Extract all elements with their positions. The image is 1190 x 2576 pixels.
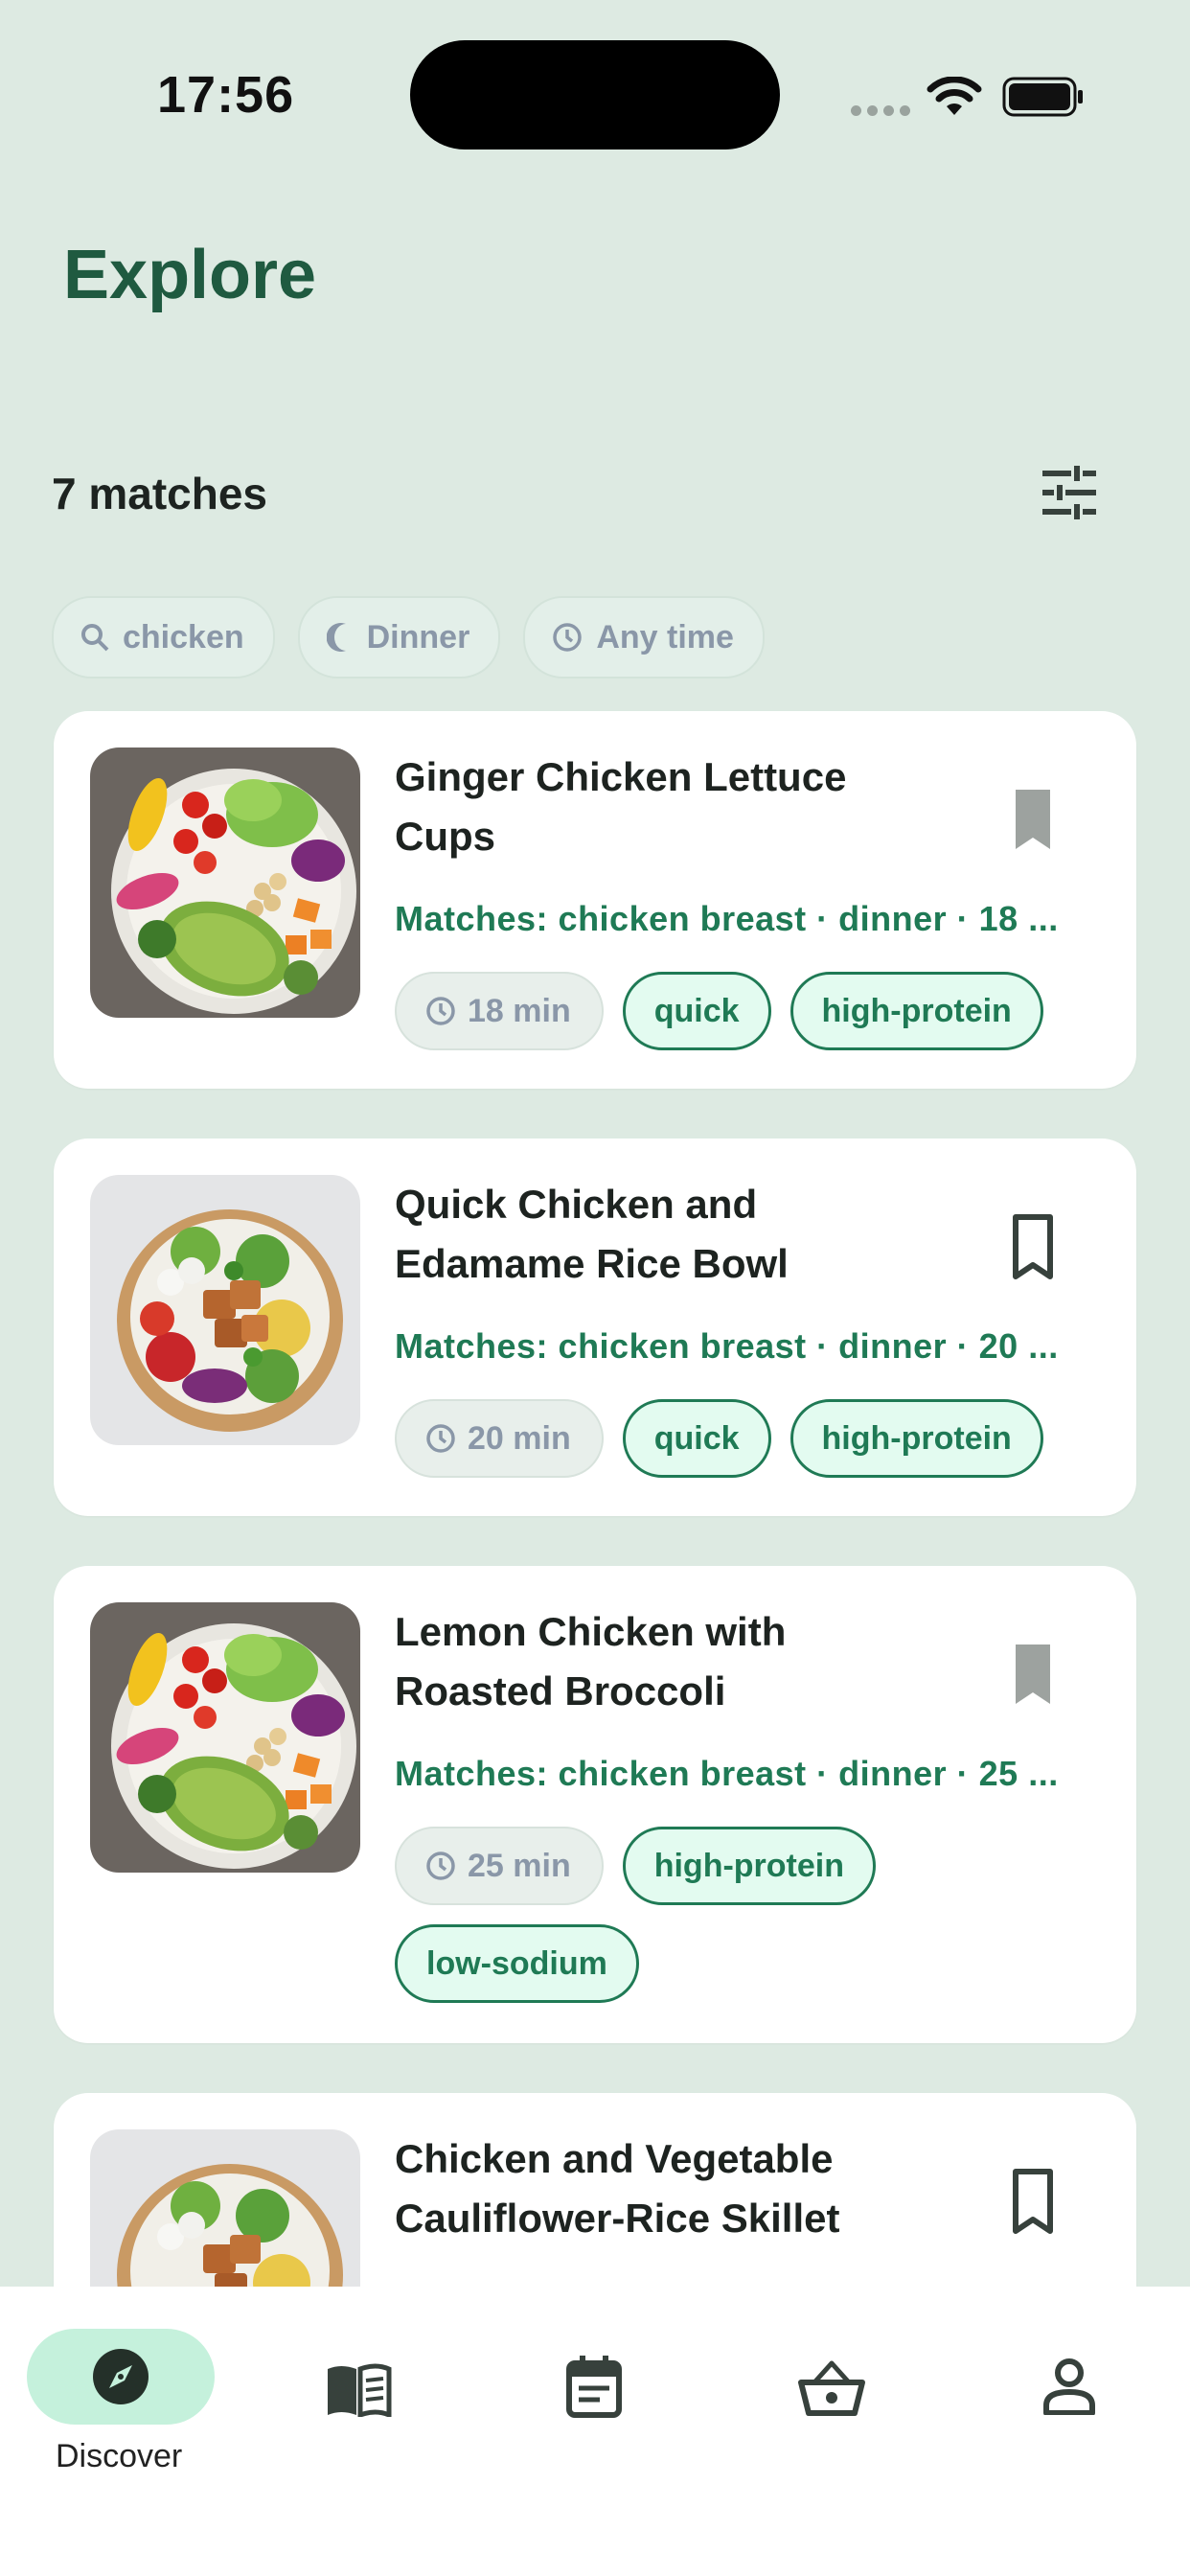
recipe-title: Ginger Chicken Lettuce Cups (395, 754, 847, 859)
bookmark-filled-icon[interactable] (1002, 1641, 1064, 1710)
nav-label: Discover (56, 2438, 183, 2474)
match-summary: Matches: chicken breast · dinner · 25 ..… (395, 1754, 1059, 1793)
recipe-card[interactable]: Ginger Chicken Lettuce Cups Matches: chi… (54, 711, 1136, 1089)
signal-icon (851, 104, 916, 121)
active-filters: chicken Dinner Any time (52, 596, 765, 678)
book-icon (328, 2363, 392, 2417)
nav-item-profile[interactable] (975, 2310, 1163, 2472)
recipe-card[interactable]: Chicken and Vegetable Cauliflower-Rice S… (54, 2093, 1136, 2287)
bookmark-outline-icon[interactable] (1002, 2168, 1064, 2237)
clock-icon (553, 623, 583, 652)
search-icon (81, 624, 109, 652)
compass-icon (93, 2349, 149, 2404)
recipe-thumbnail (90, 2129, 360, 2287)
status-time: 17:56 (157, 66, 295, 124)
tag-badge: quick (622, 1399, 771, 1478)
match-summary: Matches: chicken breast · dinner · 20 ..… (395, 1326, 1059, 1366)
recipe-title: Lemon Chicken with Roasted Broccoli (395, 1609, 787, 1714)
nav-item-groceries[interactable] (738, 2310, 926, 2472)
moon-icon (326, 623, 346, 652)
tag-badge: low-sodium (395, 1924, 639, 2003)
basket-icon (798, 2360, 865, 2416)
time-badge: 25 min (395, 1827, 604, 1905)
recipe-tags: 18 min quick high-protein (395, 972, 1104, 1050)
clock-icon (426, 1424, 455, 1453)
recipe-tags: 25 min high-protein low-sodium (395, 1827, 893, 2003)
filter-chip-time[interactable]: Any time (523, 596, 765, 678)
status-bar: 17:56 (0, 0, 1190, 192)
bookmark-filled-icon[interactable] (1002, 786, 1064, 855)
tag-badge: high-protein (622, 1827, 877, 1905)
tag-badge: high-protein (790, 972, 1043, 1050)
clock-icon (426, 997, 455, 1025)
filter-settings-button[interactable] (1035, 458, 1104, 527)
battery-icon (1002, 77, 1083, 117)
nav-item-recipes[interactable] (264, 2310, 452, 2472)
dynamic-island (410, 40, 780, 150)
clock-icon (426, 1852, 455, 1880)
bookmark-outline-icon[interactable] (1002, 1213, 1064, 1282)
match-summary: Matches: chicken breast · dinner · 18 ..… (395, 899, 1059, 938)
sliders-icon (1042, 466, 1096, 519)
filter-chip-label: Dinner (366, 618, 470, 656)
tag-badge: high-protein (790, 1399, 1043, 1478)
recipe-title: Quick Chicken and Edamame Rice Bowl (395, 1182, 789, 1286)
recipe-thumbnail (90, 1602, 360, 1873)
recipe-title: Chicken and Vegetable Cauliflower-Rice S… (395, 2136, 840, 2241)
filter-chip-search[interactable]: chicken (52, 596, 275, 678)
time-badge: 20 min (395, 1399, 604, 1478)
recipe-card[interactable]: Quick Chicken and Edamame Rice Bowl Matc… (54, 1138, 1136, 1516)
time-badge: 18 min (395, 972, 604, 1050)
bottom-navigation: Discover (0, 2287, 1190, 2576)
filter-chip-meal[interactable]: Dinner (297, 596, 501, 678)
filter-chip-label: Any time (596, 618, 734, 656)
wifi-icon (927, 77, 982, 115)
recipe-thumbnail (90, 748, 360, 1018)
calendar-icon (566, 2356, 622, 2418)
page-title: Explore (63, 237, 317, 313)
nav-item-planner[interactable] (500, 2310, 688, 2472)
filter-chip-label: chicken (123, 618, 244, 656)
nav-item-discover[interactable]: Discover (0, 2310, 215, 2474)
time-label: 25 min (468, 1847, 571, 1884)
recipe-tags: 20 min quick high-protein (395, 1399, 1104, 1478)
time-label: 20 min (468, 1419, 571, 1457)
results-count: 7 matches (52, 469, 268, 518)
tag-badge: quick (622, 972, 771, 1050)
recipe-card[interactable]: Lemon Chicken with Roasted Broccoli Matc… (54, 1566, 1136, 2043)
time-label: 18 min (468, 992, 571, 1029)
person-icon (1043, 2358, 1095, 2415)
recipe-thumbnail (90, 1175, 360, 1445)
